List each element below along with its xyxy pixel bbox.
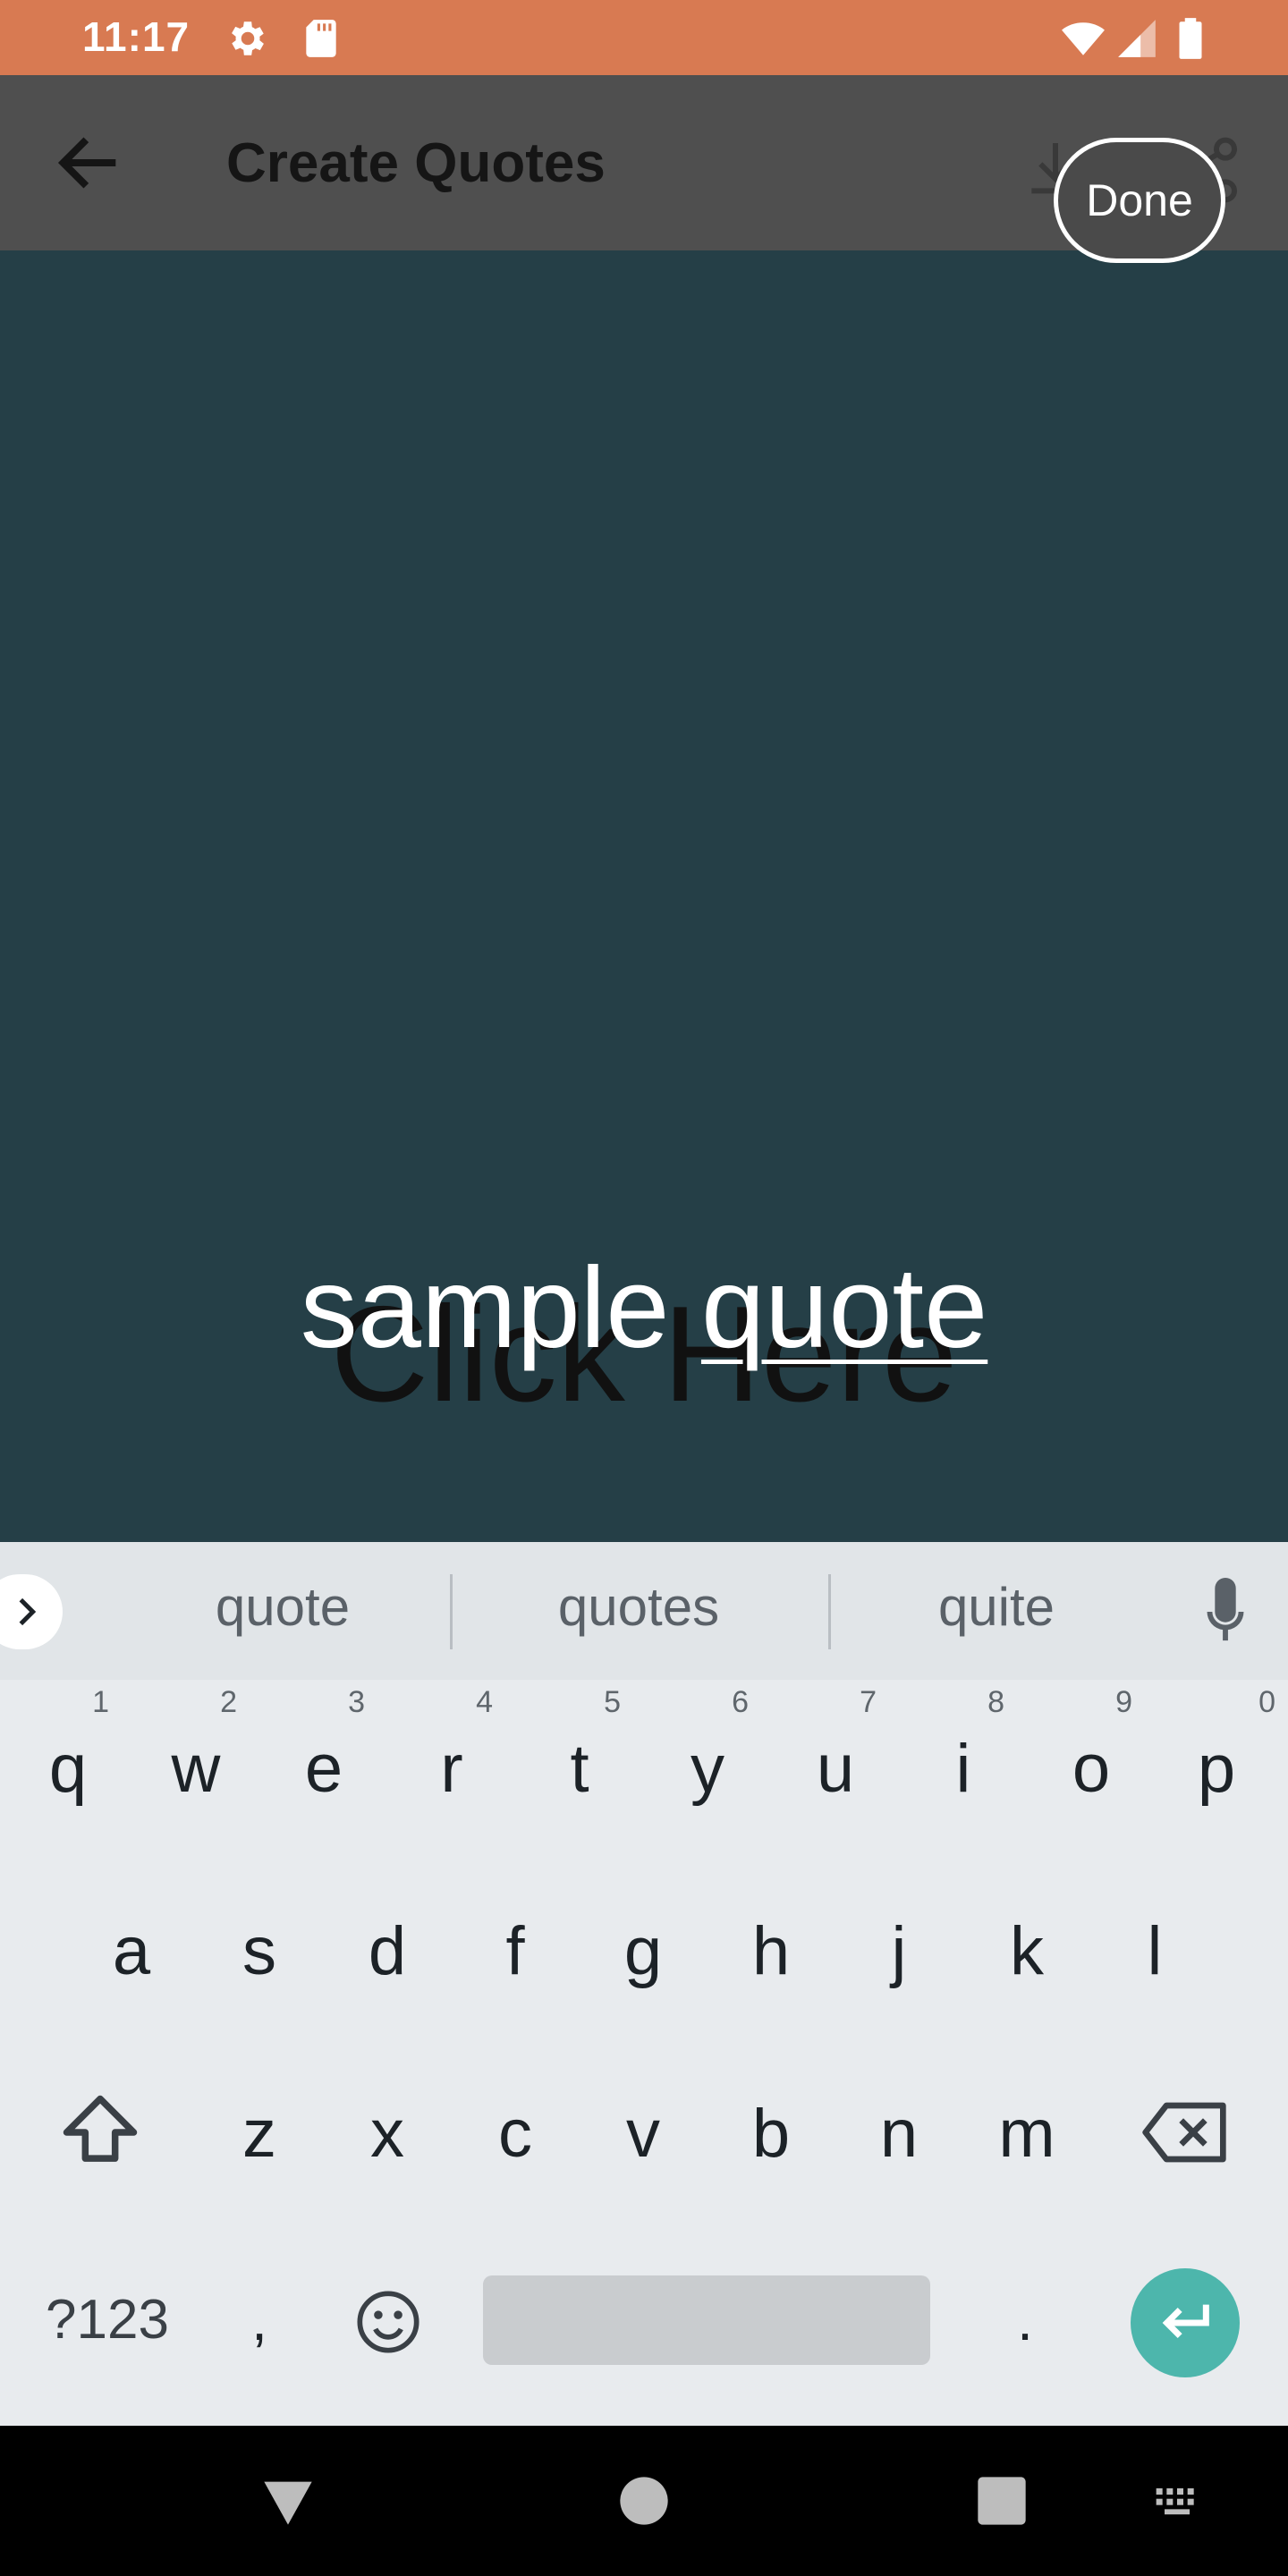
key-h[interactable]: h [708,1862,834,2041]
quote-word-composing: quote [700,1244,988,1372]
quote-text-input[interactable]: sample quote [0,1251,1288,1366]
shift-icon[interactable] [55,2088,145,2177]
key-j[interactable]: j [836,1862,962,2041]
emoji-icon[interactable] [354,2288,422,2356]
key-c[interactable]: c [453,2045,578,2224]
microphone-icon[interactable] [1199,1578,1252,1646]
key-m[interactable]: m [964,2045,1089,2224]
key-x[interactable]: x [325,2045,450,2224]
key-q[interactable]: q1 [5,1680,131,1859]
symbols-key[interactable]: ?123 [18,2258,197,2383]
key-s[interactable]: s [197,1862,322,2041]
battery-icon [1168,16,1213,61]
page-title: Create Quotes [226,132,606,194]
key-n[interactable]: n [836,2045,962,2224]
quote-canvas[interactable]: Click Here sample quote [0,250,1288,1542]
key-f[interactable]: f [453,1862,578,2041]
key-g[interactable]: g [580,1862,706,2041]
chevron-right-icon[interactable] [0,1574,63,1649]
wifi-icon [1061,16,1106,61]
key-p[interactable]: p0 [1154,1680,1279,1859]
space-key[interactable] [483,2275,930,2365]
key-l[interactable]: l [1092,1862,1217,2041]
quote-word: sample [300,1244,670,1372]
enter-key[interactable] [1131,2268,1240,2377]
key-u[interactable]: u7 [773,1680,898,1859]
key-d[interactable]: d [325,1862,450,2041]
keyboard-icon[interactable] [1152,2472,1202,2529]
suggestion-1[interactable]: quote [104,1576,462,1638]
key-r[interactable]: r4 [389,1680,514,1859]
key-w[interactable]: w2 [133,1680,258,1859]
status-time: 11:17 [82,13,191,60]
key-a[interactable]: a [69,1862,194,2041]
key-o[interactable]: o9 [1029,1680,1154,1859]
key-z[interactable]: z [197,2045,322,2224]
key-t[interactable]: t5 [517,1680,642,1859]
navigation-bar [0,2426,1288,2576]
key-b[interactable]: b [708,2045,834,2224]
backspace-icon[interactable] [1140,2095,1229,2170]
key-i[interactable]: i8 [901,1680,1026,1859]
key-v[interactable]: v [580,2045,706,2224]
suggestion-2[interactable]: quotes [460,1576,818,1638]
settings-icon [225,16,270,61]
key-y[interactable]: y6 [645,1680,770,1859]
key-period[interactable]: . [989,2258,1061,2383]
suggestion-divider [450,1574,453,1649]
status-bar: 11:17 [0,0,1288,75]
home-circle-icon[interactable] [615,2472,673,2529]
signal-icon [1114,16,1159,61]
key-comma[interactable]: , [224,2258,295,2383]
sd-card-icon [299,16,343,61]
done-button[interactable]: Done [1054,138,1225,263]
key-e[interactable]: e3 [261,1680,386,1859]
recents-square-icon[interactable] [973,2472,1030,2529]
soft-keyboard: quote quotes quite q1 w2 e3 r4 t5 y6 u7 … [0,1542,1288,2426]
back-triangle-icon[interactable] [259,2472,317,2529]
arrow-left-icon[interactable] [50,123,129,202]
key-k[interactable]: k [964,1862,1089,2041]
suggestion-3[interactable]: quite [818,1576,1175,1638]
suggestion-strip: quote quotes quite [0,1542,1288,1680]
